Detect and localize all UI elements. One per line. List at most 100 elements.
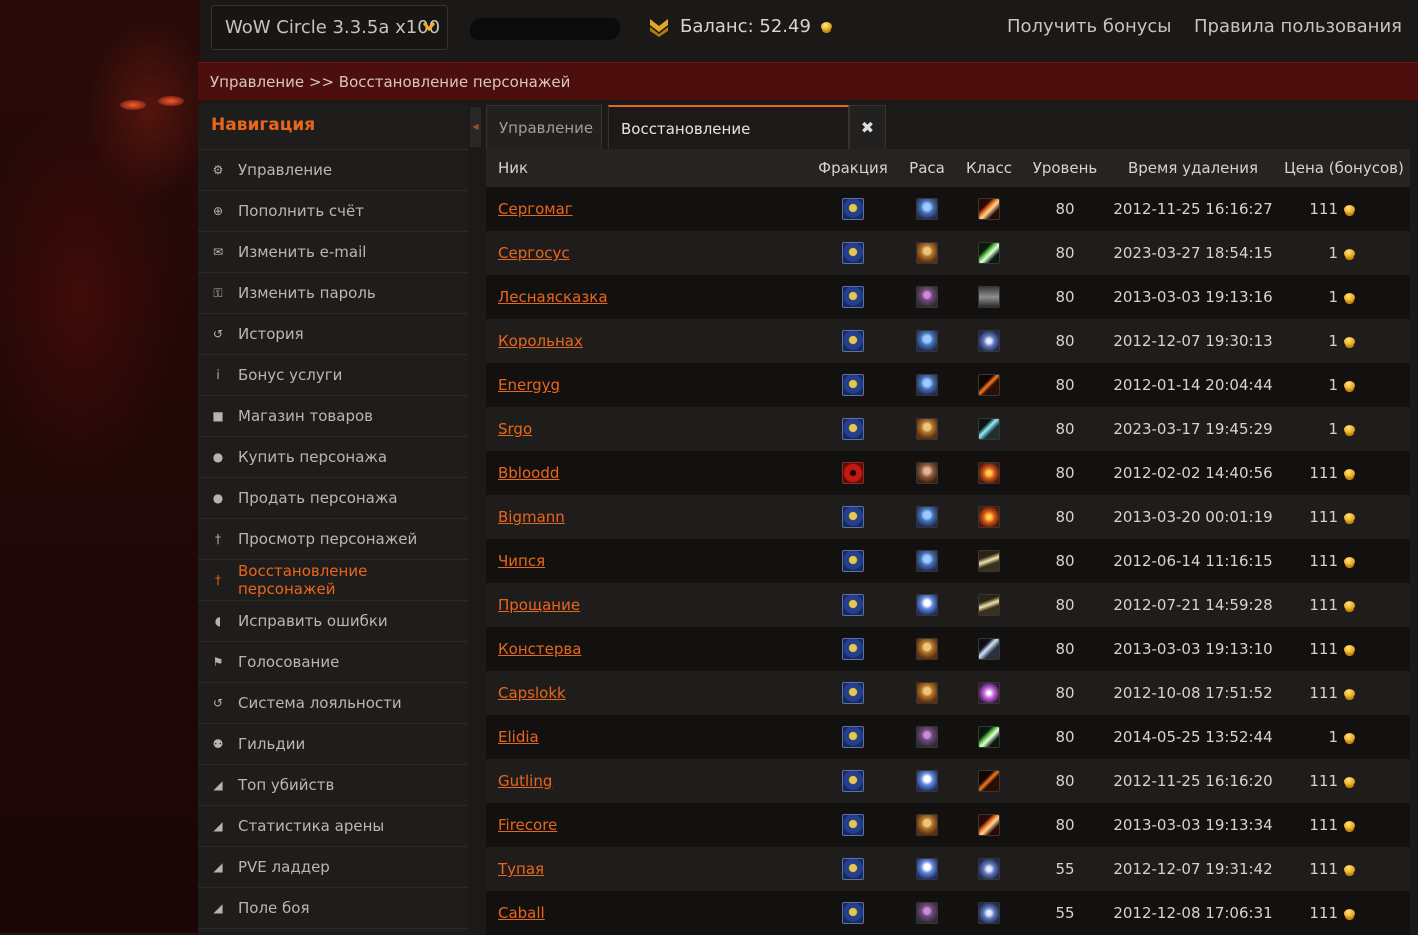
collapse-sidebar-handle[interactable]: ◀: [470, 107, 481, 147]
coin-icon: [1344, 469, 1355, 478]
cell-faction: [808, 759, 898, 803]
class-shaman-icon: [978, 418, 1000, 440]
plus-circle-icon: ⊕: [212, 204, 224, 218]
sidebar-item[interactable]: ◢ Статистика арены: [198, 806, 468, 847]
tab-character-restore[interactable]: Восстановление персонажей: [608, 105, 849, 182]
race-draenei-icon: [916, 330, 938, 352]
sidebar-item[interactable]: ⚿ Изменить пароль: [198, 273, 468, 314]
character-link[interactable]: Elidia: [498, 728, 539, 746]
character-link[interactable]: Сергомаг: [498, 200, 573, 218]
cell-class: [956, 363, 1022, 407]
cell-race: [898, 715, 956, 759]
class-druid-icon: [978, 462, 1000, 484]
cell-nick: Сергомаг: [486, 187, 808, 231]
race-human-icon: [916, 638, 938, 660]
envelope-icon: ✉: [212, 245, 224, 259]
sidebar-item[interactable]: ⚉ Гильдии: [198, 724, 468, 765]
race-draenei-icon: [916, 198, 938, 220]
character-link[interactable]: Energyg: [498, 376, 560, 394]
cell-level: 80: [1055, 244, 1075, 262]
price-value: 111: [1309, 596, 1338, 614]
cell-nick: Чипся: [486, 539, 808, 583]
cell-price: 111: [1278, 187, 1410, 231]
race-draenei-icon: [916, 506, 938, 528]
sidebar-item[interactable]: ■ Магазин товаров: [198, 396, 468, 437]
sidebar-item[interactable]: ◢ Топ убийств: [198, 765, 468, 806]
character-link[interactable]: Прощание: [498, 596, 580, 614]
character-link[interactable]: Srgo: [498, 420, 532, 438]
character-link[interactable]: Сергосус: [498, 244, 570, 262]
cell-nick: Тупая: [486, 847, 808, 891]
table-row: Energyg 80 2012-01-14 20:04:44 1: [486, 363, 1410, 407]
race-gnome-icon: [916, 594, 938, 616]
sidebar-item[interactable]: ↺ История: [198, 314, 468, 355]
header-race: Раса: [909, 159, 945, 177]
cell-level: 55: [1055, 904, 1075, 922]
get-bonuses-link[interactable]: Получить бонусы: [1007, 16, 1172, 37]
cell-class: [956, 759, 1022, 803]
sidebar-item[interactable]: ⚑ Голосование: [198, 642, 468, 683]
race-draenei-icon: [916, 374, 938, 396]
cell-deletion-time: 2012-01-14 20:04:44: [1113, 376, 1273, 394]
price-value: 1: [1328, 288, 1338, 306]
server-select-value: WoW Circle 3.3.5a x100: [225, 17, 441, 38]
terms-link[interactable]: Правила пользования: [1194, 16, 1402, 37]
server-select[interactable]: WoW Circle 3.3.5a x100: [211, 5, 448, 50]
character-link[interactable]: Gutling: [498, 772, 552, 790]
cell-class: [956, 671, 1022, 715]
header-level: Уровень: [1032, 159, 1098, 177]
coin-icon: [1344, 557, 1355, 566]
sidebar-item-label: Исправить ошибки: [238, 612, 388, 630]
cell-deletion-time: 2012-12-07 19:30:13: [1113, 332, 1273, 350]
sidebar-item[interactable]: ⊕ Пополнить счёт: [198, 191, 468, 232]
cell-race: [898, 539, 956, 583]
character-link[interactable]: Тупая: [498, 860, 544, 878]
close-tab-button[interactable]: ✖: [849, 105, 886, 149]
cell-faction: [808, 451, 898, 495]
cell-price: 111: [1278, 583, 1410, 627]
tab-management[interactable]: Управление: [486, 105, 602, 149]
sidebar-item[interactable]: ⚙ Управление: [198, 150, 468, 191]
table-row: Тупая 55 2012-12-07 19:31:42 111: [486, 847, 1410, 891]
sidebar-item[interactable]: ● Купить персонажа: [198, 437, 468, 478]
cell-level: 80: [1055, 508, 1075, 526]
sidebar-item[interactable]: ↺ Система лояльности: [198, 683, 468, 724]
character-link[interactable]: Корольнах: [498, 332, 583, 350]
sidebar-item[interactable]: i Бонус услуги: [198, 355, 468, 396]
cell-race: [898, 451, 956, 495]
cell-deletion-time: 2012-12-08 17:06:31: [1113, 904, 1273, 922]
sidebar-item[interactable]: † Просмотр персонажей: [198, 519, 468, 560]
cell-class: [956, 847, 1022, 891]
character-link[interactable]: Firecore: [498, 816, 557, 834]
cell-class: [956, 539, 1022, 583]
character-link[interactable]: Bbloodd: [498, 464, 559, 482]
class-rogue-icon: [978, 242, 1000, 264]
area-chart-icon: ◢: [213, 860, 223, 874]
sidebar-item[interactable]: ✉ Изменить e-mail: [198, 232, 468, 273]
coin-icon: [1344, 601, 1355, 610]
character-link[interactable]: Констерва: [498, 640, 581, 658]
sidebar-item[interactable]: ◢ PVE ладдер: [198, 847, 468, 888]
character-link[interactable]: Capslokk: [498, 684, 566, 702]
sidebar-item-label: Магазин товаров: [238, 407, 373, 425]
price-value: 111: [1309, 464, 1338, 482]
restore-table: Ник Фракция Раса Класс Уровень Время уда…: [486, 149, 1410, 935]
person-icon: †: [215, 532, 221, 546]
coin-icon: [1344, 909, 1355, 918]
cell-faction: [808, 671, 898, 715]
cell-deletion-time: 2013-03-20 00:01:19: [1113, 508, 1273, 526]
sidebar-item[interactable]: ● Продать персонажа: [198, 478, 468, 519]
price-value: 111: [1309, 640, 1338, 658]
character-link[interactable]: Bigmann: [498, 508, 565, 526]
cell-level: 80: [1055, 288, 1075, 306]
sidebar-item[interactable]: ◖ Исправить ошибки: [198, 601, 468, 642]
price-value: 111: [1309, 552, 1338, 570]
sidebar-item[interactable]: † Восстановление персонажей: [198, 560, 468, 601]
sidebar-item[interactable]: ◢ Поле боя: [198, 888, 468, 929]
cell-price: 111: [1278, 451, 1410, 495]
faction-alliance-icon: [842, 286, 864, 308]
character-link[interactable]: Чипся: [498, 552, 545, 570]
character-link[interactable]: Леснаясказка: [498, 288, 608, 306]
character-link[interactable]: Caball: [498, 904, 545, 922]
class-rogue-icon: [978, 726, 1000, 748]
